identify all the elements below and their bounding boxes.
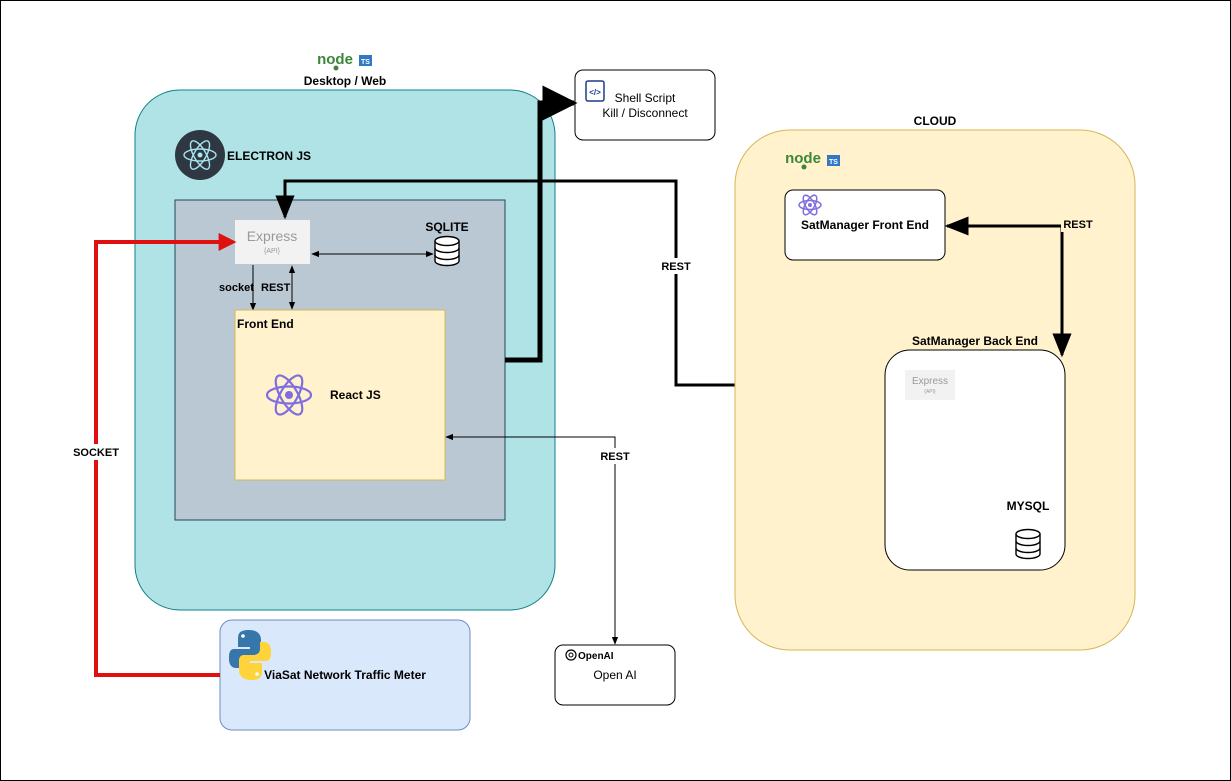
mysql-label: MYSQL <box>1007 499 1050 513</box>
cloud-node-logo-text: node <box>785 150 821 167</box>
node-logo-text: node <box>317 51 353 68</box>
frontend-label: Front End <box>237 317 294 331</box>
cloud-ts-badge-text: TS <box>829 159 838 166</box>
cloud-node-dot-icon <box>801 164 807 170</box>
express-label: Express <box>247 228 298 244</box>
express-sub-label: {API} <box>264 248 281 255</box>
socket-edge-label-main: SOCKET <box>73 447 119 459</box>
sqlite-label: SQLITE <box>425 220 468 234</box>
cloud-title: CLOUD <box>914 114 957 128</box>
shell-script-label: Shell Script <box>615 91 676 105</box>
mysql-database-icon <box>1015 528 1041 560</box>
openai-label: Open AI <box>593 668 636 682</box>
shell-script-sublabel: Kill / Disconnect <box>602 106 688 120</box>
cloud-rest-edge-label: REST <box>1063 219 1093 231</box>
desktop-title: Desktop / Web <box>304 74 386 88</box>
code-file-icon: </> <box>585 80 605 102</box>
satmanager-frontend-label: SatManager Front End <box>801 218 929 232</box>
ts-badge-text: TS <box>361 59 370 66</box>
svg-text:</>: </> <box>589 88 601 97</box>
socket-edge-label: socket <box>219 282 254 294</box>
viasat-label: ViaSat Network Traffic Meter <box>264 668 426 682</box>
satmanager-backend-label: SatManager Back End <box>912 334 1038 348</box>
rest-edge-label: REST <box>261 282 291 294</box>
sqlite-database-icon <box>434 235 460 267</box>
backend-express-label: Express <box>912 376 948 387</box>
electron-label: ELECTRON JS <box>227 149 311 163</box>
backend-express-sub-label: {API} <box>924 389 936 395</box>
react-label: React JS <box>330 388 381 402</box>
architecture-diagram: node TS Desktop / Web ELECTRON JS Expres… <box>0 0 1231 781</box>
openai-rest-edge-label: REST <box>600 451 630 463</box>
rest-edge-label-cloud: REST <box>661 261 691 273</box>
openai-logo-text: OpenAI <box>578 651 614 662</box>
express-api-node[interactable]: Express {API} <box>235 220 310 264</box>
electron-icon <box>175 130 225 180</box>
node-dot-icon <box>333 65 339 71</box>
backend-express-api-node[interactable]: Express {API} <box>905 370 955 400</box>
